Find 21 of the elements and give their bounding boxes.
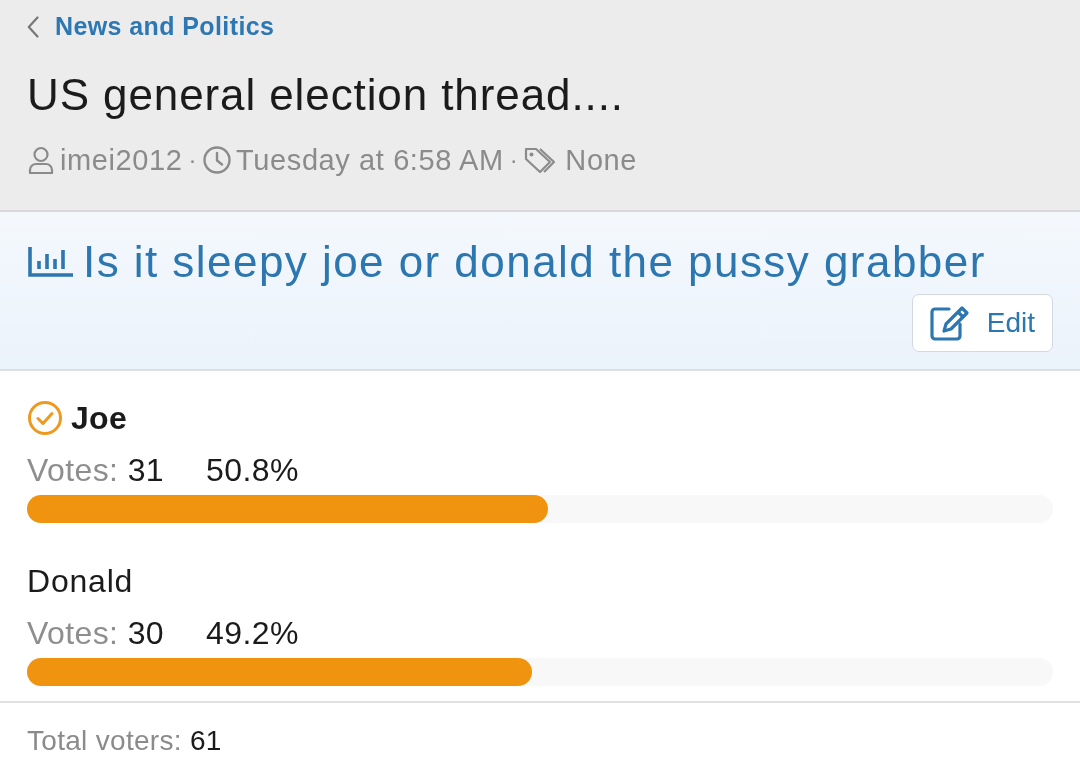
bar-chart-icon <box>27 245 75 279</box>
chevron-left-icon <box>27 16 39 38</box>
poll-question: Is it sleepy joe or donald the pussy grabber <box>83 236 986 288</box>
post-date: Tuesday at 6:58 AM <box>236 143 504 178</box>
tag-list: None <box>565 142 638 178</box>
person-icon <box>27 146 55 174</box>
total-voters: Total voters: 61 <box>27 725 222 756</box>
separator-dot: · <box>509 145 519 175</box>
vote-count: Votes: 30 <box>27 614 165 652</box>
thread-title: US general election thread.... <box>27 69 625 121</box>
vote-percent: 49.2% <box>206 614 299 652</box>
separator-dot: · <box>188 145 198 175</box>
vote-percent: 50.8% <box>206 451 299 489</box>
author-name[interactable]: imei2012 <box>60 142 183 178</box>
edit-button[interactable]: Edit <box>911 294 1053 352</box>
option-label: Donald <box>27 562 134 600</box>
option-label: Joe <box>71 399 128 437</box>
edit-icon <box>928 305 971 341</box>
breadcrumb-link[interactable]: News and Politics <box>55 8 275 46</box>
clock-icon <box>203 146 232 174</box>
vote-count: Votes: 31 <box>27 451 165 489</box>
